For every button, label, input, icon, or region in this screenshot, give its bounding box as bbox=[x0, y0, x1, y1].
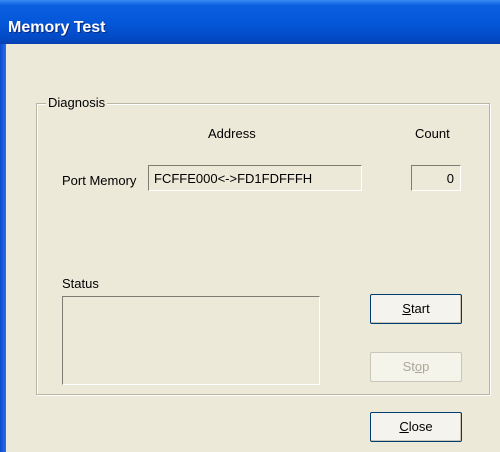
start-button-label-post: tart bbox=[410, 301, 430, 316]
status-box bbox=[62, 296, 320, 385]
status-label: Status bbox=[62, 276, 99, 291]
close-button-label-post: lose bbox=[408, 419, 433, 434]
port-memory-label: Port Memory bbox=[62, 173, 137, 188]
close-button-mnemonic: C bbox=[399, 419, 409, 434]
title-bar[interactable]: Memory Test bbox=[0, 0, 500, 44]
stop-button-label-post: p bbox=[422, 359, 430, 374]
stop-button[interactable]: Stop bbox=[370, 352, 462, 382]
start-button-mnemonic: S bbox=[402, 301, 411, 316]
window-frame-left bbox=[0, 44, 6, 452]
address-field: FCFFE000<->FD1FDFFFH bbox=[148, 165, 362, 191]
close-button[interactable]: Close bbox=[370, 412, 462, 442]
window-title: Memory Test bbox=[8, 19, 106, 36]
count-header: Count bbox=[415, 126, 450, 141]
stop-button-label-pre: St bbox=[402, 359, 415, 374]
address-header: Address bbox=[208, 126, 256, 141]
start-button[interactable]: Start bbox=[370, 294, 462, 324]
count-field: 0 bbox=[411, 165, 461, 191]
diagnosis-group-label: Diagnosis bbox=[46, 95, 108, 110]
address-value: FCFFE000<->FD1FDFFFH bbox=[154, 171, 313, 186]
count-value: 0 bbox=[446, 171, 454, 186]
